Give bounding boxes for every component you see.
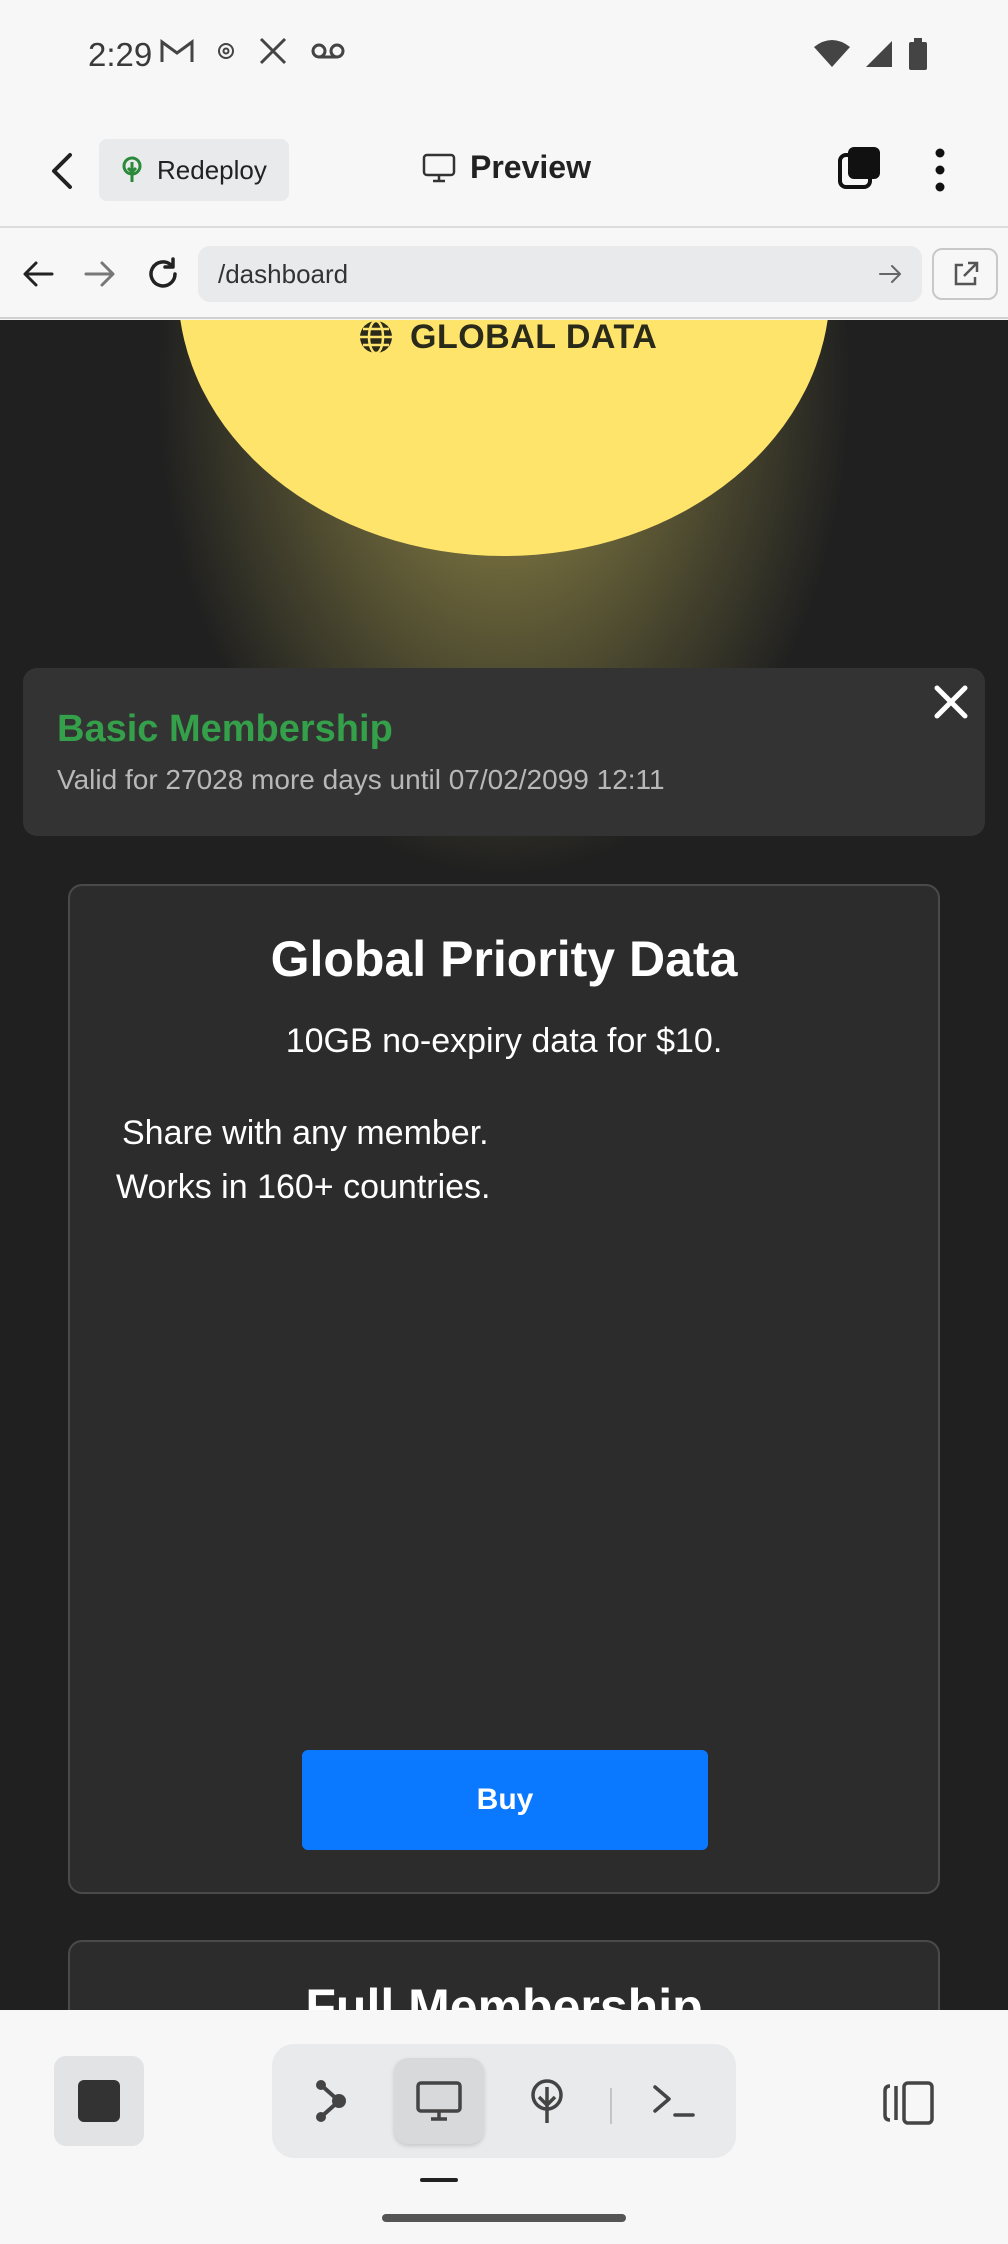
more-options-icon[interactable] <box>930 145 950 195</box>
browser-forward-icon[interactable] <box>80 254 120 294</box>
preview-label: Preview <box>470 149 591 185</box>
card-title: Global Priority Data <box>270 931 738 987</box>
url-field[interactable]: /dashboard <box>198 246 922 302</box>
split-view-icon[interactable] <box>882 2080 936 2126</box>
full-membership-card: Full Membership <box>68 1940 940 2010</box>
card-line: Works in 160+ countries. <box>116 1168 491 1206</box>
tool-divider <box>610 2088 612 2124</box>
membership-banner: Basic Membership Valid for 27028 more da… <box>23 668 985 836</box>
card-subtitle: 10GB no-expiry data for $10. <box>285 1022 723 1060</box>
global-data-text: GLOBAL DATA <box>410 320 658 356</box>
view-switcher <box>272 2044 736 2158</box>
redeploy-button[interactable]: Redeploy <box>99 139 289 201</box>
wifi-icon <box>814 40 850 67</box>
browser-back-icon[interactable] <box>18 254 58 294</box>
graph-view-button[interactable] <box>286 2058 376 2144</box>
open-external-button[interactable] <box>932 248 998 300</box>
at-sign-icon <box>218 43 234 59</box>
card-title: Full Membership <box>305 1979 703 2010</box>
membership-title: Basic Membership <box>57 708 393 750</box>
go-arrow-icon[interactable] <box>876 260 904 288</box>
deploy-view-button[interactable] <box>502 2058 592 2144</box>
dashboard-content[interactable]: GLOBAL DATA Basic Membership Valid for 2… <box>0 320 1008 2010</box>
active-tab-indicator <box>420 2178 458 2182</box>
bottom-toolbar <box>0 2010 1008 2244</box>
voicemail-icon <box>311 43 345 59</box>
x-icon <box>259 37 287 65</box>
back-arrow-icon[interactable] <box>46 151 82 191</box>
app-bar: Redeploy Preview <box>0 115 1008 228</box>
browser-bar: /dashboard <box>0 230 1008 319</box>
status-time: 2:29 <box>88 36 153 73</box>
signal-icon <box>866 41 892 67</box>
buy-button[interactable]: Buy <box>302 1750 708 1850</box>
stop-icon <box>78 2080 120 2122</box>
gmail-icon <box>160 39 194 62</box>
global-priority-data-card: Global Priority Data 10GB no-expiry data… <box>68 884 940 1894</box>
terminal-icon <box>653 2085 695 2117</box>
monitor-icon <box>422 153 456 182</box>
deploy-tree-icon <box>122 156 142 182</box>
global-data-label: GLOBAL DATA <box>358 320 658 356</box>
card-description: Share with any member. Works in 160+ cou… <box>116 1106 491 1214</box>
redeploy-label: Redeploy <box>157 154 267 185</box>
close-icon[interactable] <box>931 682 971 722</box>
external-link-icon <box>954 261 979 286</box>
url-text: /dashboard <box>218 258 349 289</box>
status-bar: 2:29 <box>0 0 1008 115</box>
tabs-icon[interactable] <box>836 145 882 191</box>
monitor-icon <box>416 2081 462 2121</box>
preview-view-button[interactable] <box>394 2058 484 2144</box>
home-indicator[interactable] <box>382 2214 626 2222</box>
membership-validity: Valid for 27028 more days until 07/02/20… <box>57 764 665 795</box>
stop-button[interactable] <box>54 2056 144 2146</box>
deploy-tree-icon <box>531 2079 563 2123</box>
preview-title: Preview <box>422 149 591 186</box>
globe-icon <box>360 320 392 355</box>
console-view-button[interactable] <box>628 2058 718 2144</box>
card-line: Share with any member. <box>122 1114 489 1152</box>
battery-icon <box>909 38 927 70</box>
graph-nodes-icon <box>316 2080 346 2122</box>
reload-icon[interactable] <box>143 254 183 294</box>
